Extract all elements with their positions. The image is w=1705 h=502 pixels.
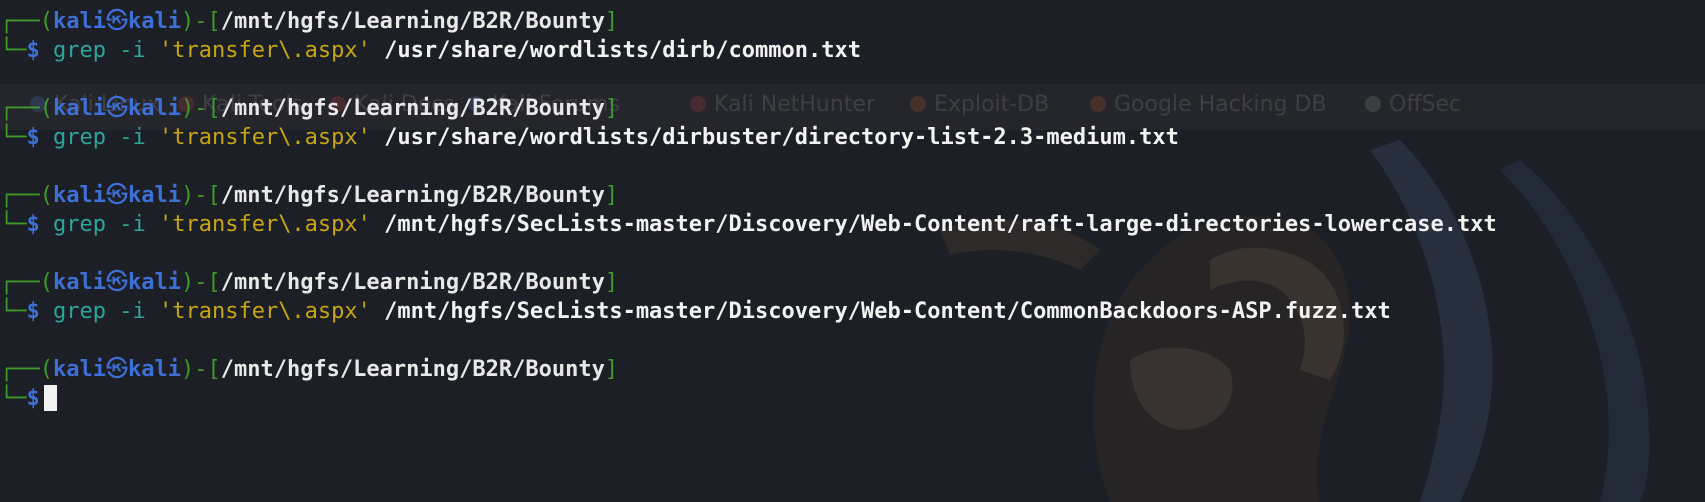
prompt-host: kali <box>127 270 181 295</box>
command-flag: -i <box>119 212 146 237</box>
command-name: grep <box>53 125 106 150</box>
prompt-frame: └─ <box>0 299 27 324</box>
prompt-frame: └─ <box>0 125 27 150</box>
command-pattern: 'transfer\.aspx' <box>158 125 371 150</box>
prompt-host: kali <box>127 9 181 34</box>
terminal-output[interactable]: ┌──(kali㉿kali)-[/mnt/hgfs/Learning/B2R/B… <box>0 7 1705 413</box>
prompt-frame: )-[ <box>180 96 221 121</box>
command-file-arg: /mnt/hgfs/SecLists-master/Discovery/Web-… <box>384 212 1497 237</box>
command-name: grep <box>53 299 106 324</box>
prompt-header-line: ┌──(kali㉿kali)-[/mnt/hgfs/Learning/B2R/B… <box>0 94 1705 123</box>
prompt-header-line: ┌──(kali㉿kali)-[/mnt/hgfs/Learning/B2R/B… <box>0 7 1705 36</box>
prompt-frame: )-[ <box>180 357 221 382</box>
prompt-frame: )-[ <box>180 270 221 295</box>
command-pattern: 'transfer\.aspx' <box>158 38 371 63</box>
prompt-frame: ] <box>604 96 619 121</box>
command-pattern: 'transfer\.aspx' <box>158 299 371 324</box>
command-file-arg: /usr/share/wordlists/dirb/common.txt <box>384 38 861 63</box>
prompt-frame: ┌──( <box>0 183 53 208</box>
command-flag: -i <box>119 38 146 63</box>
command-name: grep <box>53 212 106 237</box>
command-line: └─$ grep -i 'transfer\.aspx' /usr/share/… <box>0 36 1705 65</box>
prompt-dollar: $ <box>26 212 40 237</box>
command-line: └─$ grep -i 'transfer\.aspx' /mnt/hgfs/S… <box>0 210 1705 239</box>
prompt-header-line: ┌──(kali㉿kali)-[/mnt/hgfs/Learning/B2R/B… <box>0 181 1705 210</box>
prompt-dollar: $ <box>26 38 40 63</box>
prompt-frame: └─ <box>0 386 27 411</box>
prompt-host: kali <box>127 357 181 382</box>
prompt-frame: ┌──( <box>0 96 53 121</box>
command-file-arg: /usr/share/wordlists/dirbuster/directory… <box>384 125 1179 150</box>
command-line: └─$ grep -i 'transfer\.aspx' /mnt/hgfs/S… <box>0 297 1705 326</box>
prompt-frame: ] <box>604 270 619 295</box>
prompt-user: kali <box>52 357 106 382</box>
active-command-line[interactable]: └─$ <box>0 384 1705 413</box>
text-cursor[interactable] <box>43 385 57 411</box>
kali-skull-icon: ㉿ <box>105 357 128 382</box>
prompt-cwd: /mnt/hgfs/Learning/B2R/Bounty <box>220 270 605 295</box>
prompt-user: kali <box>52 9 106 34</box>
kali-skull-icon: ㉿ <box>105 183 128 208</box>
prompt-frame: └─ <box>0 212 27 237</box>
command-file-arg: /mnt/hgfs/SecLists-master/Discovery/Web-… <box>384 299 1391 324</box>
prompt-cwd: /mnt/hgfs/Learning/B2R/Bounty <box>220 9 605 34</box>
prompt-cwd: /mnt/hgfs/Learning/B2R/Bounty <box>220 357 605 382</box>
prompt-header-line: ┌──(kali㉿kali)-[/mnt/hgfs/Learning/B2R/B… <box>0 268 1705 297</box>
command-name: grep <box>53 38 106 63</box>
prompt-frame: )-[ <box>180 9 221 34</box>
prompt-dollar: $ <box>26 125 40 150</box>
command-pattern: 'transfer\.aspx' <box>158 212 371 237</box>
prompt-host: kali <box>127 96 181 121</box>
command-flag: -i <box>119 125 146 150</box>
prompt-dollar: $ <box>26 299 40 324</box>
prompt-dollar: $ <box>26 386 40 411</box>
command-flag: -i <box>119 299 146 324</box>
kali-skull-icon: ㉿ <box>105 270 128 295</box>
prompt-cwd: /mnt/hgfs/Learning/B2R/Bounty <box>220 96 605 121</box>
prompt-user: kali <box>52 270 106 295</box>
prompt-frame: ┌──( <box>0 270 53 295</box>
prompt-frame: ] <box>604 183 619 208</box>
kali-skull-icon: ㉿ <box>105 96 128 121</box>
prompt-user: kali <box>52 96 106 121</box>
prompt-frame: )-[ <box>180 183 221 208</box>
prompt-frame: ┌──( <box>0 9 53 34</box>
kali-skull-icon: ㉿ <box>105 9 128 34</box>
prompt-frame: ] <box>604 9 619 34</box>
prompt-user: kali <box>52 183 106 208</box>
prompt-frame: ┌──( <box>0 357 53 382</box>
prompt-host: kali <box>127 183 181 208</box>
prompt-header-line: ┌──(kali㉿kali)-[/mnt/hgfs/Learning/B2R/B… <box>0 355 1705 384</box>
command-line: └─$ grep -i 'transfer\.aspx' /usr/share/… <box>0 123 1705 152</box>
prompt-frame: └─ <box>0 38 27 63</box>
terminal-window[interactable]: Kali Linux Kali Tools Kali Docs Kali For… <box>0 0 1705 502</box>
prompt-cwd: /mnt/hgfs/Learning/B2R/Bounty <box>220 183 605 208</box>
prompt-frame: ] <box>604 357 619 382</box>
